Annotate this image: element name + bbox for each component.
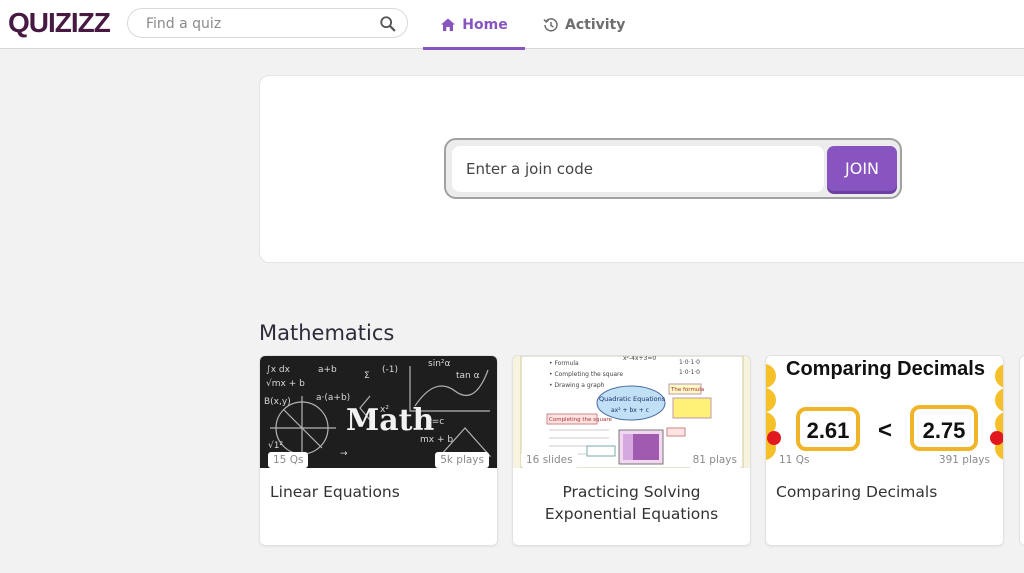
join-button[interactable]: JOIN [827, 146, 897, 191]
svg-text:→: → [340, 449, 348, 459]
svg-text:tan α: tan α [456, 371, 480, 381]
quiz-card-partial[interactable] [1019, 355, 1024, 546]
slide-count: 16 slides [521, 452, 578, 468]
question-count: 15 Qs [268, 452, 309, 468]
top-bar: QUIZIZZ Home Activity [0, 0, 1024, 50]
play-count: 5k plays [435, 452, 489, 468]
svg-text:a+b: a+b [318, 365, 337, 375]
quiz-card-linear-equations[interactable]: ∫x dx √mx + b a+b B(x,y) a·(a+b) Σ (-1) … [259, 355, 498, 546]
section-title: Mathematics [259, 321, 395, 345]
search-box[interactable] [127, 8, 408, 38]
svg-text:1·0·1·0: 1·0·1·0 [679, 359, 700, 366]
home-icon [441, 18, 456, 31]
search-icon[interactable] [379, 15, 397, 33]
svg-text:• Drawing a graph: • Drawing a graph [549, 382, 605, 389]
search-input[interactable] [146, 14, 366, 34]
tab-activity[interactable]: Activity [543, 0, 625, 49]
svg-text:Σ: Σ [364, 371, 370, 381]
svg-text:∫x dx: ∫x dx [266, 365, 291, 375]
svg-text:The formula: The formula [670, 387, 704, 393]
svg-text:a·(a+b): a·(a+b) [316, 393, 350, 403]
svg-text:• Completing the square: • Completing the square [549, 371, 623, 378]
card-title: Comparing Decimals [776, 483, 938, 501]
less-than-symbol: < [878, 417, 892, 444]
thumb-quadratic-text: Quadratic Equations [599, 395, 666, 403]
svg-text:√1²: √1² [268, 440, 283, 451]
left-decimal: 2.61 [807, 418, 850, 443]
play-count: 81 plays [687, 452, 742, 468]
quiz-card-exponential-equations[interactable]: • Formula • Completing the square • Draw… [512, 355, 751, 546]
thumb-title: Comparing Decimals [786, 358, 985, 380]
tab-home[interactable]: Home [423, 0, 525, 50]
play-count: 391 plays [933, 452, 995, 468]
svg-text:√mx + b: √mx + b [266, 378, 305, 389]
question-count: 11 Qs [774, 452, 815, 468]
quizizz-logo[interactable]: QUIZIZZ [8, 6, 111, 40]
svg-text:(-1): (-1) [382, 365, 398, 375]
card-title: Practicing Solving Exponential Equations [544, 483, 719, 523]
svg-text:Completing the square: Completing the square [549, 417, 613, 423]
quiz-card-comparing-decimals[interactable]: Comparing Decimals 2.61 < 2.75 11 Qs 391… [765, 355, 1004, 546]
svg-text:• Formula: • Formula [549, 360, 579, 367]
svg-text:x²-4x+3=0: x²-4x+3=0 [623, 356, 656, 362]
tab-home-label: Home [462, 16, 508, 33]
right-decimal: 2.75 [923, 418, 966, 443]
svg-text:B(x,y): B(x,y) [264, 397, 291, 407]
svg-text:sin²α: sin²α [428, 359, 451, 369]
card-title: Linear Equations [270, 483, 400, 501]
svg-text:ax² + bx + c: ax² + bx + c [611, 407, 649, 414]
svg-text:1·0·1·0: 1·0·1·0 [679, 369, 700, 376]
tab-activity-label: Activity [565, 16, 626, 33]
thumb-math-text: Math [346, 403, 435, 438]
history-icon [543, 17, 558, 32]
join-code-box: JOIN [444, 138, 902, 199]
join-code-input[interactable] [452, 146, 824, 192]
